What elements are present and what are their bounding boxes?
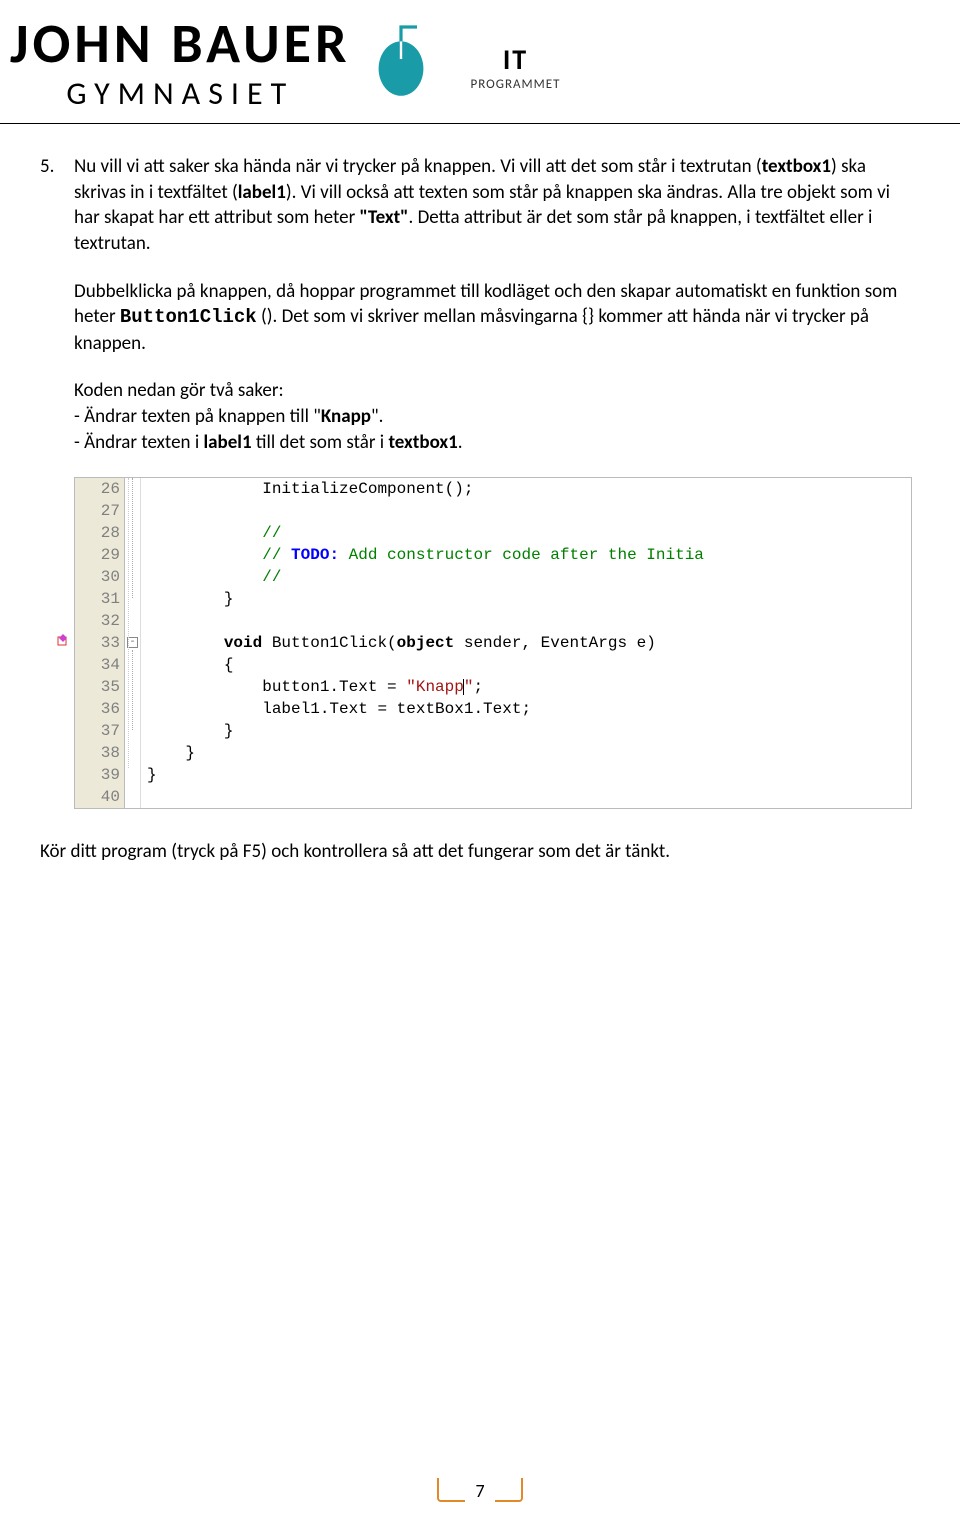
- logo-name-primary: JOHN BAUER: [10, 10, 351, 78]
- header-divider: [0, 123, 960, 124]
- fold-gutter: -: [125, 478, 141, 808]
- line-number: 29: [79, 544, 120, 566]
- line-number: 30: [79, 566, 120, 588]
- document-body: 5. Nu vill vi att saker ska hända när vi…: [0, 154, 960, 477]
- mouse-icon: [361, 19, 441, 104]
- line-number: 40: [79, 786, 120, 808]
- it-programmet-label: IT PROGRAMMET: [471, 42, 561, 92]
- it-label: IT: [471, 42, 561, 77]
- line-number: 26: [79, 478, 120, 500]
- line-number: 37: [79, 720, 120, 742]
- line-number: 38: [79, 742, 120, 764]
- code-area[interactable]: InitializeComponent(); // // TODO: Add c…: [141, 478, 911, 808]
- list-number: 5.: [40, 154, 74, 477]
- paragraph-3-intro: Koden nedan gör två saker:: [74, 378, 920, 404]
- paragraph-3-line1: - Ändrar texten på knappen till "Knapp".: [74, 404, 920, 430]
- logo-text: JOHN BAUER GYMNASIET: [10, 10, 351, 113]
- paragraph-3-line2: - Ändrar texten i label1 till det som st…: [74, 430, 920, 456]
- page-footer: 7: [0, 1480, 960, 1502]
- line-number: 28: [79, 522, 120, 544]
- line-number: 39: [79, 764, 120, 786]
- paragraph-2: Dubbelklicka på knappen, då hoppar progr…: [74, 279, 920, 357]
- page-number: 7: [465, 1480, 494, 1502]
- paragraph-1: Nu vill vi att saker ska hända när vi tr…: [74, 154, 920, 257]
- line-number: 36: [79, 698, 120, 720]
- programmet-label: PROGRAMMET: [471, 77, 561, 92]
- closing-paragraph: Kör ditt program (tryck på F5) och kontr…: [0, 839, 960, 865]
- document-header: JOHN BAUER GYMNASIET IT PROGRAMMET: [0, 0, 960, 113]
- bookmark-icon: [57, 634, 71, 648]
- line-number: 27: [79, 500, 120, 522]
- line-number: 31: [79, 588, 120, 610]
- line-number: 34: [79, 654, 120, 676]
- line-number: 33: [79, 632, 120, 654]
- logo-name-secondary: GYMNASIET: [66, 74, 294, 113]
- line-number-gutter: 26 27 28 29 30 31 32 33 34 35 36 37 38 3…: [75, 478, 125, 808]
- line-number: 35: [79, 676, 120, 698]
- code-editor: 26 27 28 29 30 31 32 33 34 35 36 37 38 3…: [74, 477, 912, 809]
- line-number: 32: [79, 610, 120, 632]
